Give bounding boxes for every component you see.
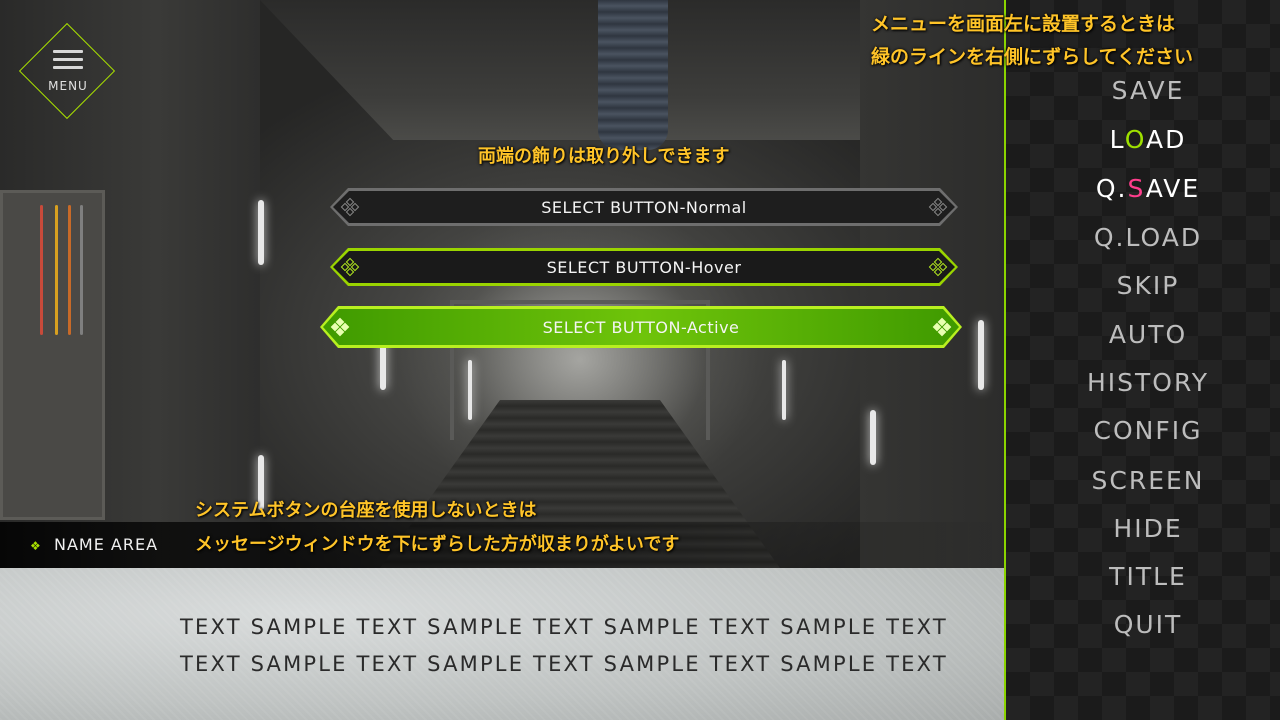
- menu-item-hide[interactable]: HIDE: [1006, 514, 1280, 543]
- diamond-ornament-icon: [934, 319, 950, 335]
- system-menu: SAVE LOAD Q.SAVE Q.LOAD SKIP AUTO HISTOR…: [1006, 0, 1280, 720]
- menu-label: MENU: [48, 79, 88, 93]
- light-strip: [468, 360, 472, 420]
- diamond-ornament-icon: [342, 199, 358, 215]
- light-strip: [870, 410, 876, 465]
- cable-gray: [80, 205, 83, 335]
- menu-item-qsave-accent: S: [1127, 174, 1146, 203]
- menu-item-qsave[interactable]: Q.SAVE: [1006, 174, 1280, 203]
- message-text-line1: TEXT SAMPLE TEXT SAMPLE TEXT SAMPLE TEXT…: [180, 615, 948, 639]
- menu-item-skip[interactable]: SKIP: [1006, 271, 1280, 300]
- annotation-bottom-line2: メッセージウィンドウを下にずらした方が収まりがよいです: [195, 534, 680, 555]
- cable-orange: [68, 205, 71, 335]
- light-strip: [258, 200, 264, 265]
- menu-item-screen[interactable]: SCREEN: [1006, 466, 1280, 495]
- annotation-top: メニューを画面左に設置するときは 緑のラインを右側にずらしてください: [871, 8, 1193, 74]
- menu-item-config[interactable]: CONFIG: [1006, 416, 1280, 445]
- menu-item-title[interactable]: TITLE: [1006, 562, 1280, 591]
- select-button-normal[interactable]: SELECT BUTTON-Normal: [330, 188, 958, 226]
- light-strip: [978, 320, 984, 390]
- cable-red: [40, 205, 43, 335]
- select-button-label: SELECT BUTTON-Normal: [541, 197, 747, 217]
- diamond-ornament-icon: [342, 259, 358, 275]
- select-button-hover[interactable]: SELECT BUTTON-Hover: [330, 248, 958, 286]
- menu-button[interactable]: MENU: [16, 20, 116, 120]
- select-button-label: SELECT BUTTON-Active: [542, 317, 740, 337]
- annotation-middle: 両端の飾りは取り外しできます: [478, 146, 730, 167]
- annotation-top-line1: メニューを画面左に設置するときは: [871, 13, 1176, 35]
- select-button-label: SELECT BUTTON-Hover: [546, 257, 742, 277]
- light-strip: [782, 360, 786, 420]
- annotation-bottom: システムボタンの台座を使用しないときは メッセージウィンドウを下にずらした方が収…: [195, 494, 679, 562]
- cable-yellow: [55, 205, 58, 335]
- message-text-line2: TEXT SAMPLE TEXT SAMPLE TEXT SAMPLE TEXT…: [180, 652, 948, 676]
- menu-item-load-text: L: [1109, 125, 1125, 154]
- menu-item-history[interactable]: HISTORY: [1006, 368, 1280, 397]
- select-button-active[interactable]: SELECT BUTTON-Active: [320, 306, 962, 348]
- name-area-label: NAME AREA: [54, 535, 159, 554]
- menu-item-load[interactable]: LOAD: [1006, 125, 1280, 154]
- menu-item-qsave-text-rest: AVE: [1145, 174, 1201, 203]
- menu-item-save[interactable]: SAVE: [1006, 76, 1280, 105]
- ceiling-pipe: [598, 0, 668, 150]
- diamond-ornament-icon: [930, 259, 946, 275]
- menu-item-quit[interactable]: QUIT: [1006, 610, 1280, 639]
- annotation-bottom-line1: システムボタンの台座を使用しないときは: [195, 500, 537, 521]
- menu-divider-line: [1004, 0, 1006, 720]
- menu-item-qload[interactable]: Q.LOAD: [1006, 223, 1280, 252]
- hamburger-icon: [53, 50, 83, 74]
- menu-item-auto[interactable]: AUTO: [1006, 320, 1280, 349]
- menu-item-load-accent: O: [1124, 125, 1146, 154]
- diamond-ornament-icon: [332, 319, 348, 335]
- menu-item-qsave-text: Q.: [1095, 174, 1128, 203]
- diamond-bullet-icon: ❖: [30, 539, 41, 553]
- message-window[interactable]: TEXT SAMPLE TEXT SAMPLE TEXT SAMPLE TEXT…: [0, 568, 1004, 720]
- diamond-ornament-icon: [930, 199, 946, 215]
- annotation-top-line2: 緑のラインを右側にずらしてください: [871, 46, 1194, 68]
- menu-item-load-text-rest: AD: [1145, 125, 1187, 154]
- wall-control-panel: [0, 190, 105, 520]
